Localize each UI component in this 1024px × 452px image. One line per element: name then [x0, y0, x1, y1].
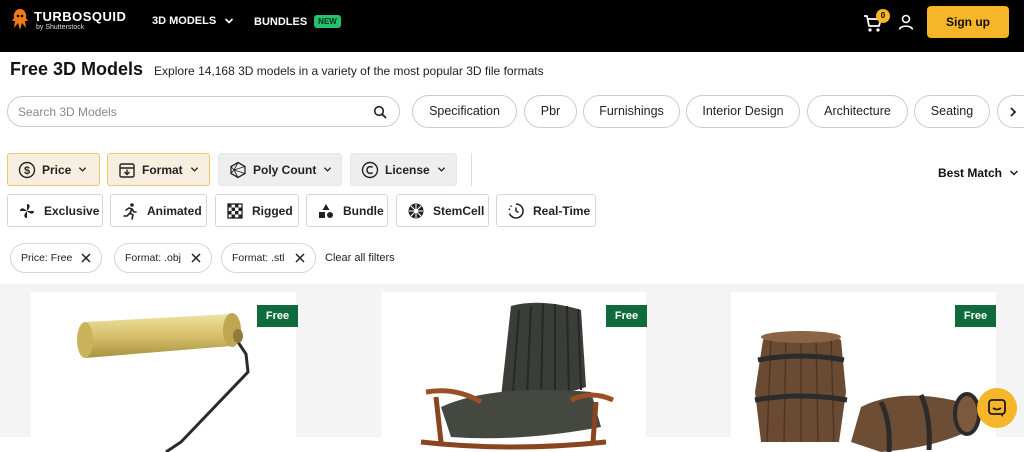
active-filter-chip[interactable]: Format: .stl	[221, 243, 316, 273]
search-input[interactable]	[18, 103, 358, 121]
new-badge: NEW	[314, 15, 341, 28]
filter-poly-count-label: Poly Count	[253, 162, 317, 177]
pill-interior-design[interactable]: Interior Design	[686, 95, 800, 128]
nav-bundles[interactable]: BUNDLES NEW	[254, 15, 341, 28]
toggle-stemcell-label: StemCell	[433, 203, 485, 218]
chevron-down-icon	[1009, 170, 1019, 176]
download-box-icon	[119, 162, 135, 178]
free-badge: Free	[257, 305, 298, 327]
toggle-real-time[interactable]: Real-Time	[496, 194, 596, 227]
toggle-stemcell[interactable]: StemCell	[396, 194, 489, 227]
active-filter-label: Price: Free	[21, 252, 73, 264]
turbosquid-logo[interactable]: TURBOSQUID by Shutterstock	[10, 8, 126, 32]
stemcell-icon	[408, 203, 424, 218]
close-icon[interactable]	[190, 252, 202, 264]
filter-license[interactable]: License	[350, 153, 457, 186]
clear-all-filters-link[interactable]: Clear all filters	[325, 252, 395, 264]
chat-support-button[interactable]	[977, 388, 1017, 428]
page-subtitle: Explore 14,168 3D models in a variety of…	[154, 64, 544, 78]
running-person-icon	[123, 202, 137, 220]
logo-tagline: by Shutterstock	[36, 23, 85, 31]
pill-pbr[interactable]: Pbr	[524, 95, 577, 128]
top-navigation-bar: TURBOSQUID by Shutterstock 3D MODELS BUN…	[0, 0, 1024, 52]
close-icon[interactable]	[294, 252, 306, 264]
pill-architecture[interactable]: Architecture	[807, 95, 908, 128]
chat-icon	[988, 399, 1006, 417]
cart-count-badge: 0	[876, 9, 890, 23]
filter-format-label: Format	[142, 162, 183, 177]
toggle-animated-label: Animated	[147, 203, 202, 218]
toggle-animated[interactable]: Animated	[110, 194, 207, 227]
toggle-rigged[interactable]: Rigged	[215, 194, 299, 227]
free-badge: Free	[606, 305, 647, 327]
filter-divider	[471, 153, 472, 186]
filter-license-label: License	[385, 162, 430, 177]
chevron-down-icon	[437, 167, 445, 172]
page-title: Free 3D Models	[10, 59, 144, 79]
checkerboard-icon	[227, 202, 243, 219]
filter-poly-count[interactable]: Poly Count	[218, 153, 342, 186]
filter-price[interactable]: $ Price	[7, 153, 100, 186]
realtime-clock-icon	[508, 202, 524, 219]
toggle-real-time-label: Real-Time	[533, 203, 591, 218]
chevron-down-icon	[190, 167, 198, 172]
pill-seating[interactable]: Seating	[914, 95, 990, 128]
chevron-down-icon	[79, 167, 87, 172]
page-heading: Free 3D Models Explore 14,168 3D models …	[10, 59, 544, 80]
filter-format[interactable]: Format	[107, 153, 210, 186]
search-icon[interactable]	[373, 105, 387, 119]
dollar-circle-icon: $	[18, 161, 36, 178]
pills-scroll-right-button[interactable]	[997, 95, 1024, 128]
active-filter-label: Format: .obj	[125, 252, 182, 264]
search-box	[7, 96, 400, 127]
pill-specification[interactable]: Specification	[412, 95, 517, 128]
polygon-icon	[230, 161, 246, 178]
sort-dropdown[interactable]: Best Match	[938, 166, 1019, 180]
chevron-right-icon	[1010, 107, 1017, 117]
free-badge: Free	[955, 305, 996, 327]
pinwheel-icon	[20, 203, 34, 218]
close-icon[interactable]	[80, 252, 92, 264]
logo-wordmark: TURBOSQUID	[34, 8, 127, 24]
active-filter-chip[interactable]: Format: .obj	[114, 243, 212, 273]
shapes-icon	[319, 203, 333, 218]
toggle-bundle[interactable]: Bundle	[306, 194, 388, 227]
toggle-exclusive-label: Exclusive	[44, 203, 100, 218]
nav-3d-models[interactable]: 3D MODELS	[152, 15, 234, 27]
toggle-exclusive[interactable]: Exclusive	[7, 194, 103, 227]
filter-price-label: Price	[42, 162, 72, 177]
svg-text:$: $	[24, 165, 30, 177]
user-account-icon[interactable]	[897, 13, 915, 31]
sort-label: Best Match	[938, 166, 1003, 180]
nav-3d-models-label: 3D MODELS	[152, 15, 217, 27]
copyright-icon	[361, 161, 379, 178]
squid-logo-icon	[12, 9, 28, 30]
toggle-rigged-label: Rigged	[252, 203, 293, 218]
chevron-down-icon	[324, 167, 332, 172]
active-filter-label: Format: .stl	[232, 252, 285, 264]
toggle-bundle-label: Bundle	[343, 203, 384, 218]
sign-up-button[interactable]: Sign up	[927, 6, 1009, 38]
nav-bundles-label: BUNDLES	[254, 15, 308, 28]
chevron-down-icon	[225, 18, 234, 24]
active-filter-chip[interactable]: Price: Free	[10, 243, 102, 273]
pill-furnishings[interactable]: Furnishings	[583, 95, 680, 128]
